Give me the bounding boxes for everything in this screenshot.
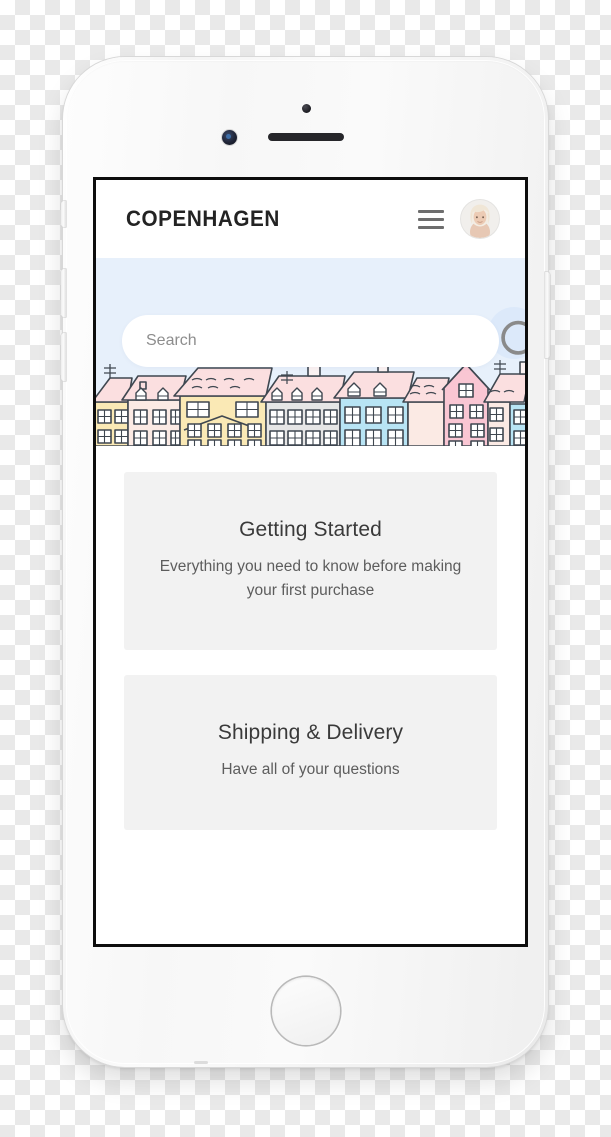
volume-down-button[interactable] bbox=[61, 333, 66, 381]
hamburger-bar bbox=[418, 209, 444, 213]
hero-illustration bbox=[96, 258, 525, 446]
hamburger-bar bbox=[418, 217, 444, 221]
hamburger-bar bbox=[418, 225, 444, 229]
phone-screen: COPENHAGEN Search Getting Started Everyt… bbox=[93, 177, 528, 947]
card-shipping-delivery[interactable]: Shipping & Delivery Have all of your que… bbox=[124, 675, 497, 830]
card-title: Shipping & Delivery bbox=[217, 721, 404, 745]
card-description: Have all of your questions bbox=[221, 761, 400, 779]
bottom-speaker-slit bbox=[193, 1061, 208, 1064]
search-bar[interactable] bbox=[122, 315, 525, 367]
proximity-sensor-icon bbox=[301, 104, 311, 113]
page-title: COPENHAGEN bbox=[126, 206, 280, 231]
search-input[interactable] bbox=[144, 331, 355, 351]
front-camera-icon bbox=[221, 130, 237, 145]
card-description: Everything you need to know before makin… bbox=[159, 558, 462, 599]
home-button[interactable] bbox=[271, 977, 340, 1045]
silent-switch[interactable] bbox=[61, 201, 66, 227]
header-actions bbox=[418, 200, 499, 238]
volume-up-button[interactable] bbox=[61, 269, 66, 317]
power-button[interactable] bbox=[545, 272, 550, 358]
card-title: Getting Started bbox=[239, 518, 382, 541]
avatar-image bbox=[461, 200, 499, 238]
phone-body: COPENHAGEN Search Getting Started Everyt… bbox=[61, 57, 550, 1067]
help-topic-cards: Getting Started Everything you need to k… bbox=[96, 446, 525, 830]
hamburger-menu-icon[interactable] bbox=[418, 209, 444, 229]
app-header: COPENHAGEN bbox=[96, 180, 525, 258]
earpiece-speaker bbox=[267, 133, 344, 141]
phone-device-mockup: COPENHAGEN Search Getting Started Everyt… bbox=[61, 57, 550, 1067]
card-getting-started[interactable]: Getting Started Everything you need to k… bbox=[124, 472, 497, 651]
avatar[interactable] bbox=[461, 200, 499, 238]
search-icon[interactable] bbox=[355, 315, 525, 367]
